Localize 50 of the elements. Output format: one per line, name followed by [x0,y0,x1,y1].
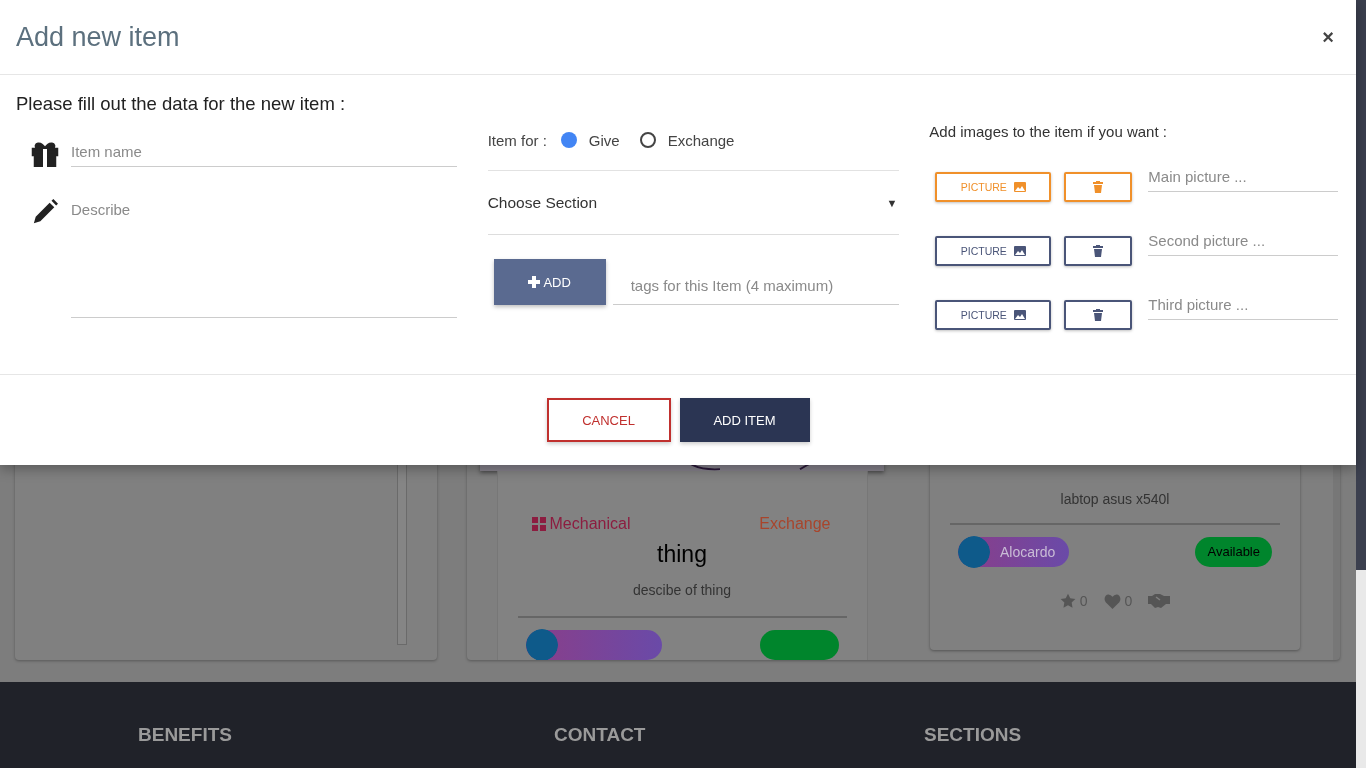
footer-heading: CONTACT [554,724,646,746]
image-icon [1013,310,1026,320]
scrollbar[interactable] [1356,0,1366,768]
trash-icon [1093,181,1104,193]
item-title: thing [657,541,707,568]
avatar-icon [958,536,990,568]
picture-field[interactable]: Main picture ... [1148,162,1339,192]
pencil-icon [31,199,59,225]
picture-button[interactable]: PICTURE [935,300,1052,330]
user-name: Alocardo [1000,544,1056,560]
intro-text: Please fill out the data for the new item : [16,93,347,115]
image-icon [1013,246,1026,256]
category-label: Mechanical [531,515,631,533]
item-for-label: Item for : [487,131,547,149]
type-label: Exchange [759,515,831,533]
cancel-button[interactable]: CANCEL [546,398,671,442]
heart-icon[interactable] [1103,593,1121,609]
item-description: labtop asus x540l [1060,491,1170,507]
footer-heading: SECTIONS [924,724,1022,746]
picture-field[interactable]: Second picture ... [1148,226,1339,256]
grid-icon [531,517,546,531]
handshake-icon[interactable] [1148,594,1171,608]
add-item-button[interactable]: ADD ITEM [679,398,810,442]
section-dropdown[interactable]: Choose Section ▼ [487,171,900,235]
delete-button[interactable] [1064,300,1133,330]
picture-field[interactable]: Third picture ... [1148,290,1339,320]
describe-field[interactable]: Describe [71,195,457,318]
status-badge: Available [1195,537,1272,567]
tags-field[interactable]: tags for this Item (4 maximum) [612,267,900,305]
name-field[interactable]: Item name [71,137,457,167]
add-tag-button[interactable]: ADD [493,259,606,305]
dialog-title: Add new item [16,21,180,53]
delete-button[interactable] [1064,236,1133,266]
avatar-icon [525,629,558,660]
plus-icon [528,276,541,288]
radio-option[interactable]: Exchange [639,131,741,149]
trash-icon [1093,245,1104,257]
picture-button[interactable]: PICTURE [935,236,1052,266]
images-label: Add images to the item if you want : [929,122,1168,140]
user-chip[interactable]: Alocardo [958,537,1070,567]
star-icon[interactable] [1059,593,1076,609]
image-icon [1013,182,1026,192]
radio-option[interactable]: Give [560,131,626,149]
scroll-thumb[interactable] [1356,570,1366,768]
item-description: descibe of thing [632,582,732,598]
gift-icon [31,141,59,167]
user-chip[interactable] [525,630,662,660]
footer-heading: BENEFITS [138,724,232,746]
trash-icon [1093,309,1104,321]
close-button[interactable]: × [1322,25,1334,49]
